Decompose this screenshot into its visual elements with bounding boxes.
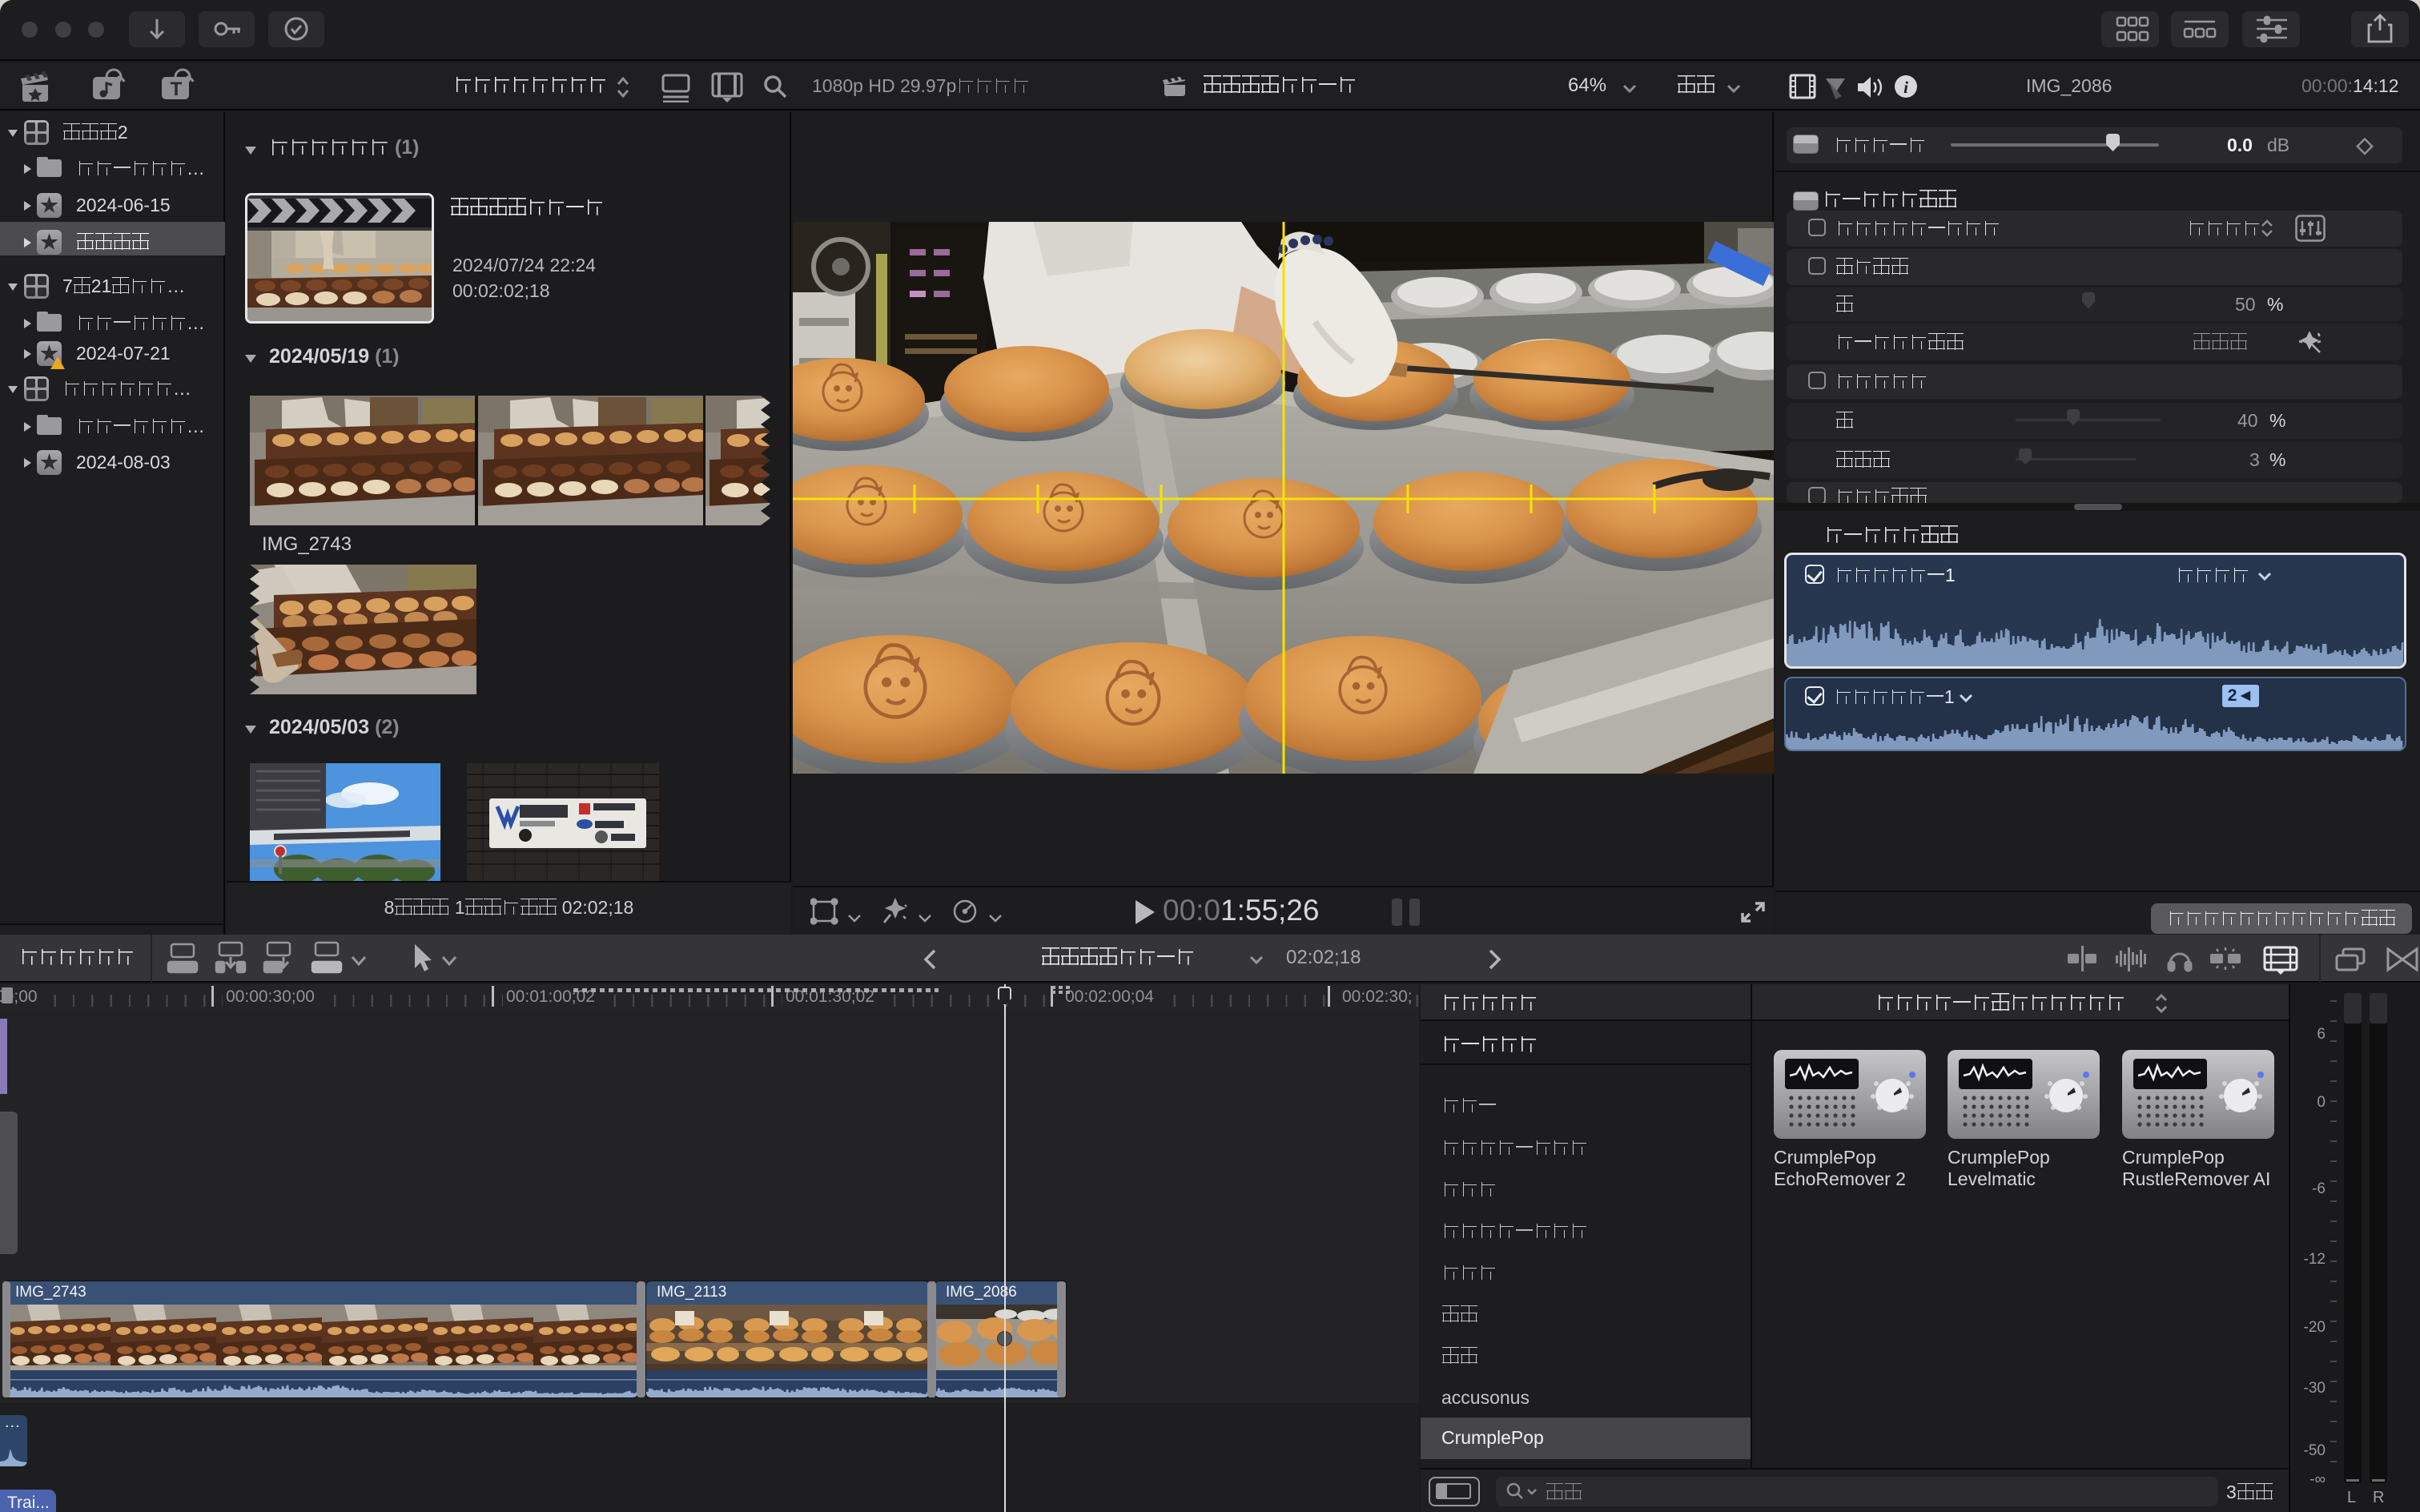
svg-text:i: i [1903,78,1908,97]
svg-text:T: T [171,78,183,100]
